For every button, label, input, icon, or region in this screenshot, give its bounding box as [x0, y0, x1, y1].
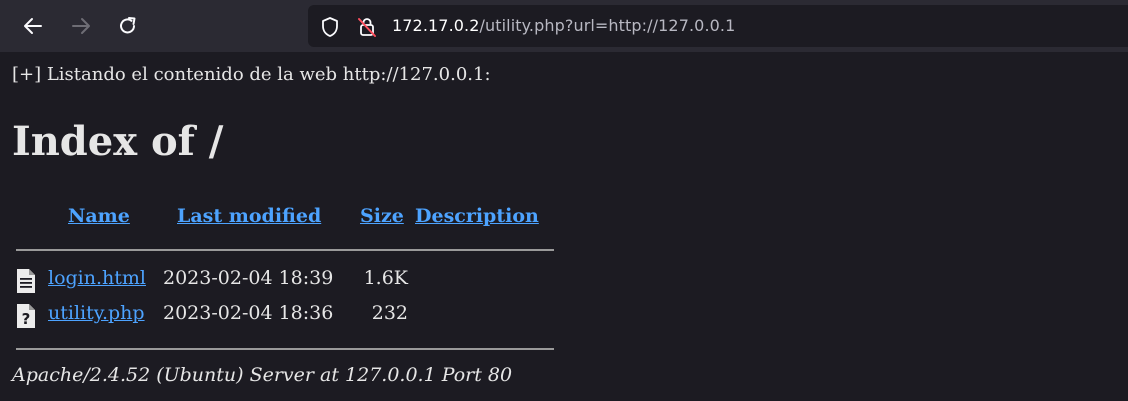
header-divider	[16, 249, 554, 251]
browser-toolbar: 172.17.0.2/utility.php?url=http://127.0.…	[0, 0, 1128, 52]
sort-by-description-link[interactable]: Description	[415, 205, 539, 227]
back-arrow-icon[interactable]	[19, 12, 47, 40]
footer-divider	[16, 348, 554, 350]
forward-arrow-icon[interactable]	[67, 12, 95, 40]
file-modified: 2023-02-04 18:39	[163, 267, 334, 289]
url-host: 172.17.0.2	[392, 16, 480, 35]
insecure-lock-icon[interactable]	[356, 16, 378, 38]
file-modified: 2023-02-04 18:36	[163, 302, 334, 324]
address-bar[interactable]: 172.17.0.2/utility.php?url=http://127.0.…	[308, 5, 1128, 47]
file-size: 1.6K	[363, 267, 408, 289]
unknown-file-icon: ?	[16, 304, 36, 332]
result-message: [+] Listando el contenido de la web http…	[12, 64, 491, 85]
table-row: login.html 2023-02-04 18:39 1.6K	[12, 266, 572, 296]
page-title: Index of /	[12, 118, 224, 165]
text-file-icon	[16, 269, 36, 297]
url-text[interactable]: 172.17.0.2/utility.php?url=http://127.0.…	[392, 16, 735, 35]
sort-by-last-modified-link[interactable]: Last modified	[177, 205, 321, 227]
shield-icon[interactable]	[319, 16, 341, 38]
file-link[interactable]: utility.php	[48, 302, 145, 324]
file-link[interactable]: login.html	[48, 267, 146, 289]
reload-icon[interactable]	[114, 12, 142, 40]
sort-by-name-link[interactable]: Name	[68, 205, 130, 227]
file-size: 232	[371, 302, 408, 324]
url-path: /utility.php?url=http://127.0.0.1	[479, 16, 736, 35]
svg-text:?: ?	[22, 310, 31, 328]
sort-by-size-link[interactable]: Size	[360, 205, 404, 227]
server-signature: Apache/2.4.52 (Ubuntu) Server at 127.0.0…	[12, 364, 513, 386]
table-row: ? utility.php 2023-02-04 18:36 232	[12, 301, 572, 331]
